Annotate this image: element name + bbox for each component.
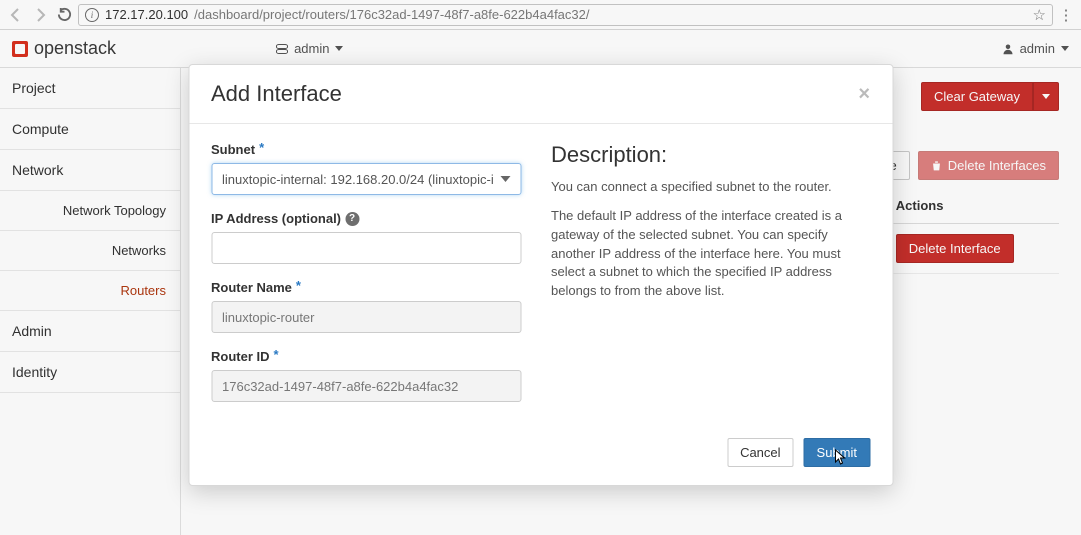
description-column: Description: You can connect a specified… (551, 142, 870, 418)
subnet-group: Subnet * linuxtopic-internal: 192.168.20… (211, 142, 521, 195)
subnet-selected-value: linuxtopic-internal: 192.168.20.0/24 (li… (222, 172, 494, 187)
router-id-group: Router ID * (211, 349, 521, 402)
ip-input[interactable] (211, 232, 521, 264)
required-star-icon: * (274, 347, 279, 362)
modal-body: Subnet * linuxtopic-internal: 192.168.20… (189, 124, 892, 424)
router-name-input (211, 301, 521, 333)
ip-group: IP Address (optional) ? (211, 211, 521, 264)
router-name-group: Router Name * (211, 280, 521, 333)
modal-footer: Cancel Submit (189, 424, 892, 485)
router-id-input (211, 370, 521, 402)
form-column: Subnet * linuxtopic-internal: 192.168.20… (211, 142, 521, 418)
chevron-down-icon (500, 176, 510, 182)
subnet-select[interactable]: linuxtopic-internal: 192.168.20.0/24 (li… (211, 163, 521, 195)
router-id-label: Router ID * (211, 349, 279, 364)
help-icon[interactable]: ? (345, 212, 359, 226)
modal-header: Add Interface × (189, 65, 892, 124)
required-star-icon: * (296, 278, 301, 293)
description-title: Description: (551, 142, 870, 168)
ip-label: IP Address (optional) ? (211, 211, 359, 226)
add-interface-modal: Add Interface × Subnet * linuxtopic-inte… (188, 64, 893, 486)
description-paragraph: You can connect a specified subnet to th… (551, 178, 870, 197)
required-star-icon: * (259, 140, 264, 155)
cancel-button[interactable]: Cancel (727, 438, 793, 467)
close-icon[interactable]: × (858, 83, 870, 106)
subnet-label: Subnet * (211, 142, 264, 157)
modal-title: Add Interface (211, 81, 342, 107)
submit-button[interactable]: Submit (804, 438, 870, 467)
router-name-label: Router Name * (211, 280, 301, 295)
description-paragraph: The default IP address of the interface … (551, 207, 870, 301)
